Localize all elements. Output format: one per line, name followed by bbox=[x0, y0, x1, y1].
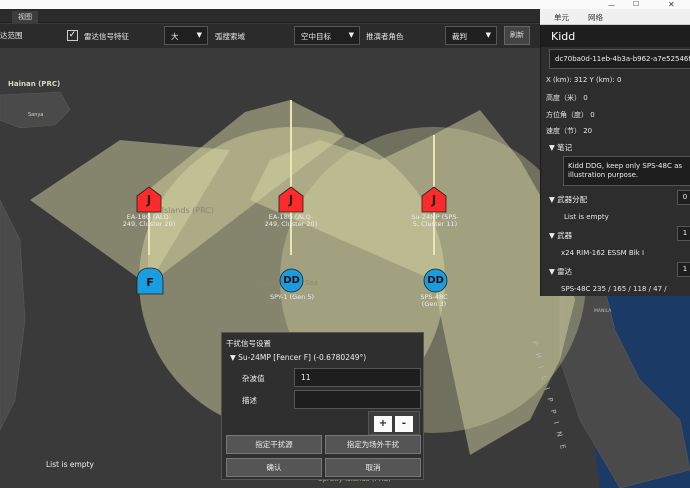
chevron-down-icon: ▼ bbox=[348, 31, 354, 39]
tab-unit[interactable]: 单元 bbox=[554, 12, 569, 23]
weapon-alloc-label: 武器分配 bbox=[557, 195, 588, 204]
triangle-down-icon: ▼ bbox=[549, 231, 558, 240]
menu-bar: 视图 bbox=[0, 9, 540, 23]
radar-section-header[interactable]: ▼ 雷达 bbox=[549, 266, 572, 277]
notes-section-header[interactable]: ▼ 笔记 bbox=[549, 142, 572, 153]
minus-button[interactable]: - bbox=[395, 416, 413, 432]
clutter-label: 杂波值 bbox=[242, 374, 265, 383]
jammer-row[interactable]: ▼ Su-24MP [Fencer F] (-0.6780249°) bbox=[230, 353, 366, 362]
weapons-label: 武器 bbox=[557, 231, 573, 240]
right-panel-tabs: 单元 网络 bbox=[540, 9, 690, 25]
status-list-empty: List is empty bbox=[46, 460, 94, 469]
friendly-unit-f[interactable]: F bbox=[136, 267, 164, 295]
assign-offsite-jammer-button[interactable]: 指定为场外干扰 bbox=[325, 435, 421, 454]
triangle-down-icon: ▼ bbox=[549, 143, 558, 152]
hostile-unit-j-1[interactable]: J bbox=[136, 186, 162, 213]
map-label-hainan: Hainan (PRC) bbox=[8, 80, 61, 88]
maximize-button[interactable]: ☐ bbox=[633, 0, 639, 8]
size-value: 大 bbox=[171, 32, 179, 41]
unit-label: Su-24MP (SPS-5, Cluster 11) bbox=[411, 213, 459, 228]
weapon-item: x24 RIM-162 ESSM Blk I bbox=[561, 249, 645, 257]
target-value: 空中目标 bbox=[301, 32, 331, 41]
friendly-unit-dd-1[interactable]: DD bbox=[279, 268, 304, 293]
unit-coords: X (km): 312 Y (km): 0 bbox=[546, 76, 622, 84]
radar-feature-checkbox[interactable]: ✓ bbox=[67, 30, 78, 41]
unit-speed: 速度（节） 20 bbox=[546, 127, 593, 135]
tab-view[interactable]: 视图 bbox=[12, 11, 38, 23]
description-label: 描述 bbox=[242, 396, 257, 405]
unit-symbol: J bbox=[146, 193, 152, 207]
friendly-unit-dd-2[interactable]: DD bbox=[423, 268, 448, 293]
notes-textarea[interactable]: Kidd DDG, keep only SPS-48C as illustrat… bbox=[563, 156, 690, 186]
chevron-down-icon: ▼ bbox=[485, 31, 491, 39]
close-button[interactable]: ✕ bbox=[668, 0, 675, 9]
clutter-input[interactable]: 11 bbox=[294, 368, 421, 387]
assign-jammer-button[interactable]: 指定干扰源 bbox=[226, 435, 322, 454]
plus-button[interactable]: + bbox=[374, 416, 392, 432]
dialog-title: 干扰信号设置 bbox=[226, 339, 271, 348]
unit-symbol: DD bbox=[427, 275, 444, 286]
weapons-count: 1 bbox=[677, 226, 690, 241]
weapon-alloc-empty: List is empty bbox=[564, 213, 609, 221]
chevron-down-icon: ▼ bbox=[196, 31, 202, 39]
size-dropdown[interactable]: 大 ▼ bbox=[164, 26, 208, 45]
target-dropdown[interactable]: 空中目标 ▼ bbox=[294, 26, 360, 45]
map-label-sanya: Sanya bbox=[28, 112, 44, 118]
unit-label: SPS-48C (Gen 3) bbox=[420, 293, 448, 308]
triangle-down-icon: ▼ bbox=[549, 267, 558, 276]
jammer-name: Su-24MP [Fencer F] (-0.6780249°) bbox=[238, 353, 367, 362]
reasoner-role-label: 推演者角色 bbox=[366, 32, 404, 41]
tab-network[interactable]: 网络 bbox=[588, 12, 603, 23]
cancel-button[interactable]: 取消 bbox=[325, 458, 421, 477]
hostile-unit-j-2[interactable]: J bbox=[278, 186, 304, 213]
unit-name: Kidd bbox=[541, 25, 690, 47]
stepper-group: + - bbox=[368, 411, 420, 435]
unit-details-panel: Kidd dc70ba0d-11eb-4b3a-b962-a7e52546f( … bbox=[540, 25, 690, 296]
radar-feature-label: 雷达信号特征 bbox=[84, 32, 129, 41]
map-label-manila: MANILA bbox=[594, 309, 612, 314]
weapons-section-header[interactable]: ▼ 武器 bbox=[549, 230, 572, 241]
description-input[interactable] bbox=[294, 390, 421, 409]
notes-label: 笔记 bbox=[557, 143, 573, 152]
refresh-button[interactable]: 刷新 bbox=[504, 26, 530, 45]
unit-symbol: F bbox=[146, 276, 154, 289]
unit-symbol: DD bbox=[283, 275, 300, 286]
unit-symbol: J bbox=[431, 193, 437, 207]
window-titlebar: — ☐ ✕ bbox=[0, 0, 690, 9]
unit-altitude: 高度（米） 0 bbox=[546, 94, 588, 102]
hostile-unit-j-3[interactable]: J bbox=[421, 186, 447, 213]
triangle-down-icon: ▼ bbox=[549, 195, 558, 204]
weapon-alloc-count: 0 bbox=[677, 190, 690, 205]
confirm-button[interactable]: 确认 bbox=[226, 458, 322, 477]
radar-count: 1 bbox=[677, 262, 690, 277]
app-root: Hainan (PRC) Sanya Paracel Islands (PRC)… bbox=[0, 0, 690, 488]
unit-symbol: J bbox=[288, 193, 294, 207]
triangle-down-icon: ▼ bbox=[230, 353, 239, 362]
radar-label: 雷达 bbox=[557, 267, 573, 276]
jamming-settings-dialog: 干扰信号设置 ▼ Su-24MP [Fencer F] (-0.6780249°… bbox=[221, 332, 424, 480]
minimize-button[interactable]: — bbox=[608, 1, 615, 9]
weapon-alloc-section-header[interactable]: ▼ 武器分配 bbox=[549, 194, 587, 205]
range-label: 达范围 bbox=[0, 31, 23, 40]
unit-heading: 方位角（度） 0 bbox=[546, 111, 595, 119]
unit-label: EA-18G (ALQ-249, Cluster 20) bbox=[122, 213, 176, 228]
unit-label: EA-18G (ALQ-249, Cluster 20) bbox=[264, 213, 318, 228]
radar-item: SPS-48C 235 / 165 / 118 / 47 / bbox=[561, 285, 667, 293]
arc-search-label: 弧搜索域 bbox=[215, 32, 245, 41]
role-value: 裁判 bbox=[452, 32, 467, 41]
unit-guid-field[interactable]: dc70ba0d-11eb-4b3a-b962-a7e52546f( bbox=[549, 49, 690, 69]
unit-label: SPY-1 (Gen 5) bbox=[269, 293, 315, 301]
role-dropdown[interactable]: 裁判 ▼ bbox=[445, 26, 497, 45]
